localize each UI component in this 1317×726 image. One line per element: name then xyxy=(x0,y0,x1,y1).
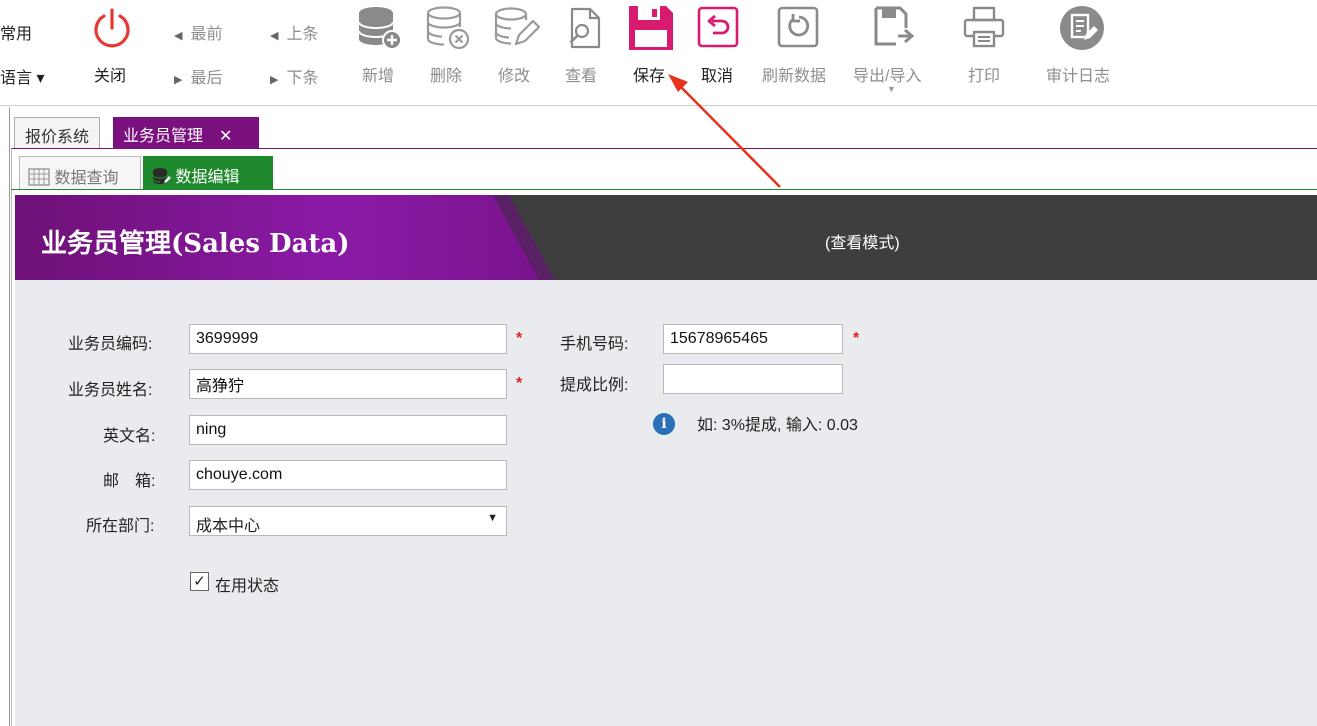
phone-label: 手机号码: xyxy=(560,336,629,353)
commission-label: 提成比例: xyxy=(560,377,629,394)
info-icon: i xyxy=(653,413,675,435)
commission-ratio-input[interactable] xyxy=(663,364,843,394)
previous-record-button[interactable]: ◀ 上条 xyxy=(270,20,318,44)
header-banner: 业务员管理(Sales Data) (查看模式) xyxy=(15,195,1317,280)
audit-log-icon xyxy=(1060,6,1104,50)
first-record-button[interactable]: ◀ 最前 xyxy=(174,20,222,44)
department-select[interactable]: 成本中心 ▼ xyxy=(189,506,507,536)
code-label: 业务员编码: xyxy=(68,336,153,353)
next-icon: ▶ xyxy=(270,74,279,86)
last-icon: ▶ xyxy=(174,74,183,86)
sub-tab-underline xyxy=(11,189,1317,190)
english-name-label: 英文名: xyxy=(103,428,156,445)
chevron-down-icon: ▼ xyxy=(487,512,498,524)
power-icon xyxy=(94,8,130,48)
phone-input[interactable] xyxy=(663,324,843,354)
tab-salesperson-management[interactable]: 业务员管理 ✕ xyxy=(113,117,259,148)
undo-icon xyxy=(697,6,739,48)
tab-quote-system[interactable]: 报价系统 xyxy=(14,117,101,148)
tab-data-query[interactable]: 数据查询 xyxy=(19,156,141,189)
page-title: 业务员管理(Sales Data) xyxy=(41,229,350,259)
english-name-input[interactable] xyxy=(189,415,507,445)
salesperson-code-input[interactable] xyxy=(189,324,507,354)
language-menu[interactable]: 语言 ▾ xyxy=(0,64,44,88)
document-search-icon xyxy=(569,7,601,49)
active-status-label: 在用状态 xyxy=(215,578,280,595)
database-icon xyxy=(152,168,171,184)
printer-icon xyxy=(963,6,1005,48)
floppy-disk-icon xyxy=(629,6,673,50)
favorites-menu[interactable]: 常用 xyxy=(0,20,32,44)
salesperson-name-input[interactable] xyxy=(189,369,507,399)
next-record-button[interactable]: ▶ 下条 xyxy=(270,64,318,88)
previous-icon: ◀ xyxy=(270,30,279,42)
left-border xyxy=(9,107,10,726)
tab-data-edit[interactable]: 数据编辑 xyxy=(143,156,273,189)
required-marker: * xyxy=(516,375,523,392)
last-record-button[interactable]: ▶ 最后 xyxy=(174,64,222,88)
department-label: 所在部门: xyxy=(86,518,155,535)
commission-hint: 如: 3%提成, 输入: 0.03 xyxy=(697,417,858,434)
grid-icon xyxy=(28,168,50,186)
required-marker: * xyxy=(853,330,860,347)
email-input[interactable] xyxy=(189,460,507,490)
required-marker: * xyxy=(516,330,523,347)
database-delete-icon xyxy=(426,6,470,50)
refresh-icon xyxy=(777,6,819,48)
database-add-icon xyxy=(358,7,402,50)
close-tab-icon[interactable]: ✕ xyxy=(219,128,232,145)
database-edit-icon xyxy=(494,7,540,46)
export-icon xyxy=(874,6,915,46)
active-status-checkbox[interactable]: ✓ xyxy=(190,572,209,591)
first-icon: ◀ xyxy=(174,30,183,42)
name-label: 业务员姓名: xyxy=(68,382,153,399)
email-label: 邮 箱: xyxy=(103,473,156,490)
mode-indicator: (查看模式) xyxy=(825,235,900,252)
dropdown-arrow-icon: ▼ xyxy=(887,84,896,94)
